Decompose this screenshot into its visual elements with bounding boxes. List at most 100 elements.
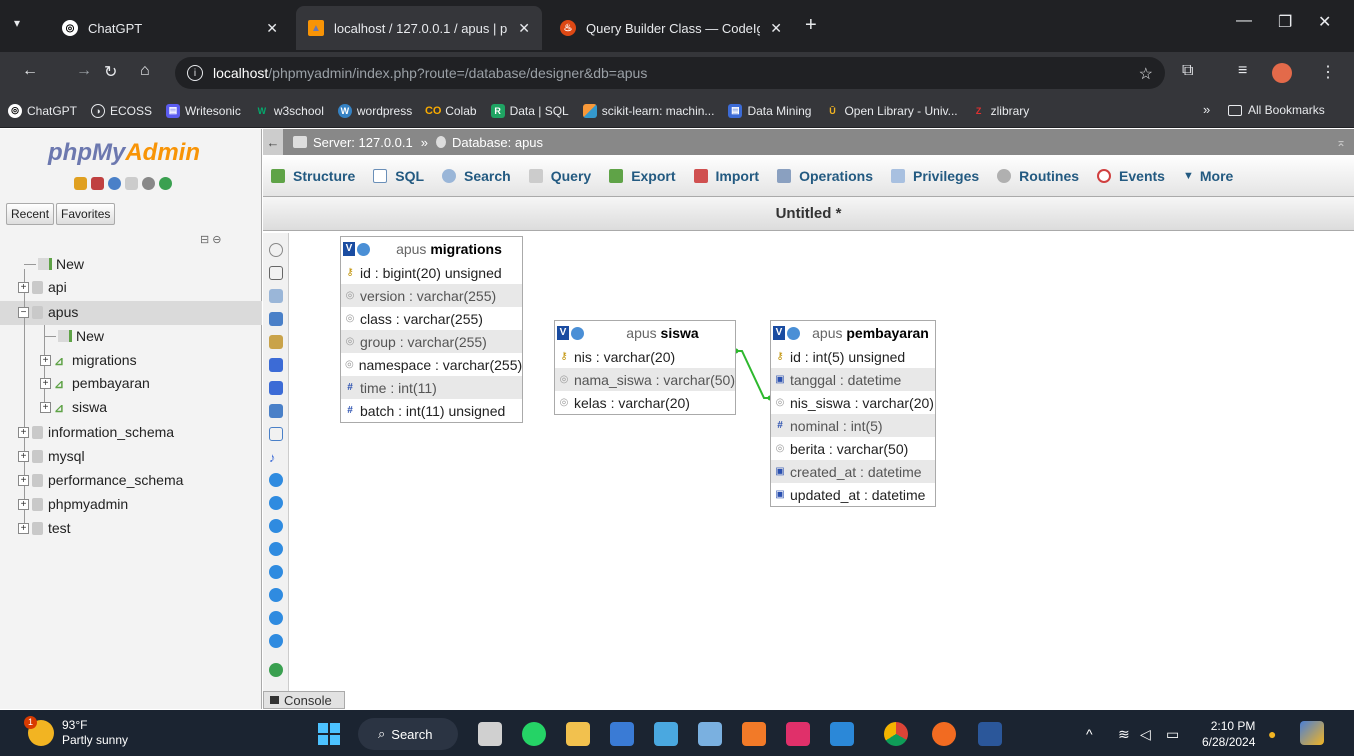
tab-query[interactable]: Query: [528, 168, 591, 184]
collapse-minus-icon[interactable]: −: [18, 306, 29, 318]
tree-table-pembayaran[interactable]: + ⊿ pembayaran: [40, 375, 150, 391]
media-app-icon[interactable]: [786, 722, 810, 746]
postman-icon[interactable]: [932, 722, 956, 746]
choose-column-icon[interactable]: [269, 473, 283, 487]
expand-plus-icon[interactable]: +: [18, 474, 29, 486]
bookmark-scikit-learn[interactable]: scikit-learn: machin...: [582, 103, 714, 118]
browser-tab-phpmyadmin[interactable]: ▲ localhost / 127.0.0.1 / apus | ph ✕: [296, 6, 542, 50]
collapse-link-icons[interactable]: ⊟ ⊖: [200, 233, 222, 246]
nav-toggle-arrow-icon[interactable]: ←: [263, 129, 283, 155]
new-page-icon[interactable]: [269, 312, 283, 326]
tab-search-chevron-icon[interactable]: ▾: [14, 16, 20, 30]
phpmyadmin-logo[interactable]: phpMyAdmin: [48, 139, 200, 167]
weather-widget[interactable]: 1 93°F Partly sunny: [24, 716, 128, 748]
battery-icon[interactable]: ▭: [1166, 726, 1179, 743]
vscode-icon[interactable]: [830, 722, 854, 746]
whatsapp-icon[interactable]: [522, 722, 546, 746]
snap-to-grid-icon[interactable]: [269, 565, 283, 579]
tree-db-performance-schema[interactable]: + performance_schema: [18, 472, 183, 488]
table-column-row[interactable]: ▣ updated_at : datetime: [771, 483, 935, 506]
restore-icon[interactable]: ❐: [1278, 12, 1292, 32]
show-hide-icon[interactable]: [269, 243, 283, 257]
console-toggle[interactable]: Console: [263, 691, 345, 709]
photos-icon[interactable]: [654, 722, 678, 746]
home-icon[interactable]: ⌂: [140, 62, 150, 80]
table-column-row[interactable]: # batch : int(11) unsigned: [341, 399, 522, 422]
table-column-row[interactable]: ◎ nis_siswa : varchar(20): [771, 391, 935, 414]
taskbar-search[interactable]: ⌕ Search: [358, 718, 458, 750]
bookmark-data-sql[interactable]: R Data | SQL: [490, 103, 569, 118]
table-options-gear-icon[interactable]: [357, 242, 370, 256]
tab-routines[interactable]: Routines: [997, 168, 1079, 184]
tree-db-phpmyadmin[interactable]: + phpmyadmin: [18, 496, 128, 512]
xampp-icon[interactable]: [742, 722, 766, 746]
designer-table-header[interactable]: V apus pembayaran: [771, 321, 935, 345]
table-column-row[interactable]: ◎ namespace : varchar(255): [341, 353, 522, 376]
table-options-gear-icon[interactable]: [571, 326, 584, 340]
docs-icon[interactable]: [125, 177, 138, 190]
angular-links-icon[interactable]: [269, 542, 283, 556]
browser-tab-chatgpt[interactable]: ◎ ChatGPT ✕: [50, 6, 290, 50]
tab-search[interactable]: Search: [442, 168, 511, 184]
tab-operations[interactable]: Operations: [777, 168, 873, 184]
expand-plus-icon[interactable]: +: [18, 498, 29, 510]
bookmark-w3school[interactable]: Ww3school: [255, 104, 324, 118]
breadcrumb-database[interactable]: Database: apus: [452, 135, 543, 150]
table-column-row[interactable]: ⚷ id : bigint(20) unsigned: [341, 261, 522, 284]
chrome-menu-icon[interactable]: ⋮: [1320, 62, 1336, 82]
tab-sql[interactable]: SQL: [373, 168, 424, 184]
small-big-icon[interactable]: [269, 588, 283, 602]
windows-start-icon[interactable]: [318, 723, 340, 745]
edit-page-icon[interactable]: [269, 335, 283, 349]
tree-item-new[interactable]: New: [24, 256, 84, 272]
expand-plus-icon[interactable]: +: [40, 354, 51, 366]
table-column-row[interactable]: ◎ group : varchar(255): [341, 330, 522, 353]
table-column-row[interactable]: ◎ version : varchar(255): [341, 284, 522, 307]
designer-table-header[interactable]: V apus migrations: [341, 237, 522, 261]
expand-plus-icon[interactable]: +: [40, 377, 51, 389]
bookmark-zlibrary[interactable]: Zzlibrary: [972, 104, 1029, 118]
close-tab-icon[interactable]: ✕: [770, 20, 782, 37]
all-bookmarks-button[interactable]: All Bookmarks: [1228, 103, 1325, 117]
bookmark-star-icon[interactable]: ☆: [1139, 64, 1153, 84]
designer-table-pembayaran[interactable]: V apus pembayaran ⚷ id : int(5) unsigned …: [770, 320, 936, 507]
create-table-icon[interactable]: [269, 427, 283, 441]
bookmarks-overflow-icon[interactable]: »: [1203, 102, 1210, 117]
site-info-icon[interactable]: i: [187, 65, 203, 81]
bookmark-colab[interactable]: CO Colab: [425, 104, 477, 118]
tree-table-migrations[interactable]: + ⊿ migrations: [40, 352, 137, 368]
minimize-icon[interactable]: —: [1236, 12, 1252, 30]
tab-structure[interactable]: Structure: [271, 168, 355, 184]
toggle-small-big-icon[interactable]: [269, 611, 283, 625]
tab-events[interactable]: Events: [1097, 168, 1165, 184]
designer-table-header[interactable]: V apus siswa: [555, 321, 735, 345]
table-column-row[interactable]: ◎ kelas : varchar(20): [555, 391, 735, 414]
file-explorer-icon[interactable]: [566, 722, 590, 746]
table-column-row[interactable]: ⚷ nis : varchar(20): [555, 345, 735, 368]
back-arrow-icon[interactable]: ←: [22, 62, 38, 80]
breadcrumb-server[interactable]: Server: 127.0.0.1: [313, 135, 413, 150]
tree-db-test[interactable]: + test: [18, 520, 71, 536]
table-column-row[interactable]: ⚷ id : int(5) unsigned: [771, 345, 935, 368]
designer-table-siswa[interactable]: V apus siswa ⚷ nis : varchar(20) ◎ nama_si…: [554, 320, 736, 415]
expand-plus-icon[interactable]: +: [18, 522, 29, 534]
close-tab-icon[interactable]: ✕: [266, 20, 278, 37]
add-tables-icon[interactable]: [269, 289, 283, 303]
designer-table-migrations[interactable]: V apus migrations ⚷ id : bigint(20) unsig…: [340, 236, 523, 423]
tree-db-mysql[interactable]: + mysql: [18, 448, 85, 464]
window-close-icon[interactable]: ✕: [1318, 12, 1331, 32]
new-tab-plus-icon[interactable]: +: [805, 14, 817, 37]
tab-more[interactable]: ▼ More: [1183, 168, 1233, 184]
delete-page-icon[interactable]: [269, 404, 283, 418]
table-column-row[interactable]: ▣ created_at : datetime: [771, 460, 935, 483]
system-clock[interactable]: 2:10 PM 6/28/2024: [1202, 718, 1255, 750]
expand-plus-icon[interactable]: +: [18, 426, 29, 438]
table-column-row[interactable]: # nominal : int(5): [771, 414, 935, 437]
task-view-icon[interactable]: [478, 722, 502, 746]
toggle-columns-icon[interactable]: V: [557, 326, 569, 340]
table-column-row[interactable]: ◎ nama_siswa : varchar(50): [555, 368, 735, 391]
reading-list-icon[interactable]: ≡: [1238, 62, 1247, 80]
bookmark-open-library[interactable]: Ū Open Library - Univ...: [825, 104, 957, 118]
tree-item-apus-new[interactable]: New: [44, 328, 104, 344]
copilot-icon[interactable]: [1300, 721, 1324, 745]
